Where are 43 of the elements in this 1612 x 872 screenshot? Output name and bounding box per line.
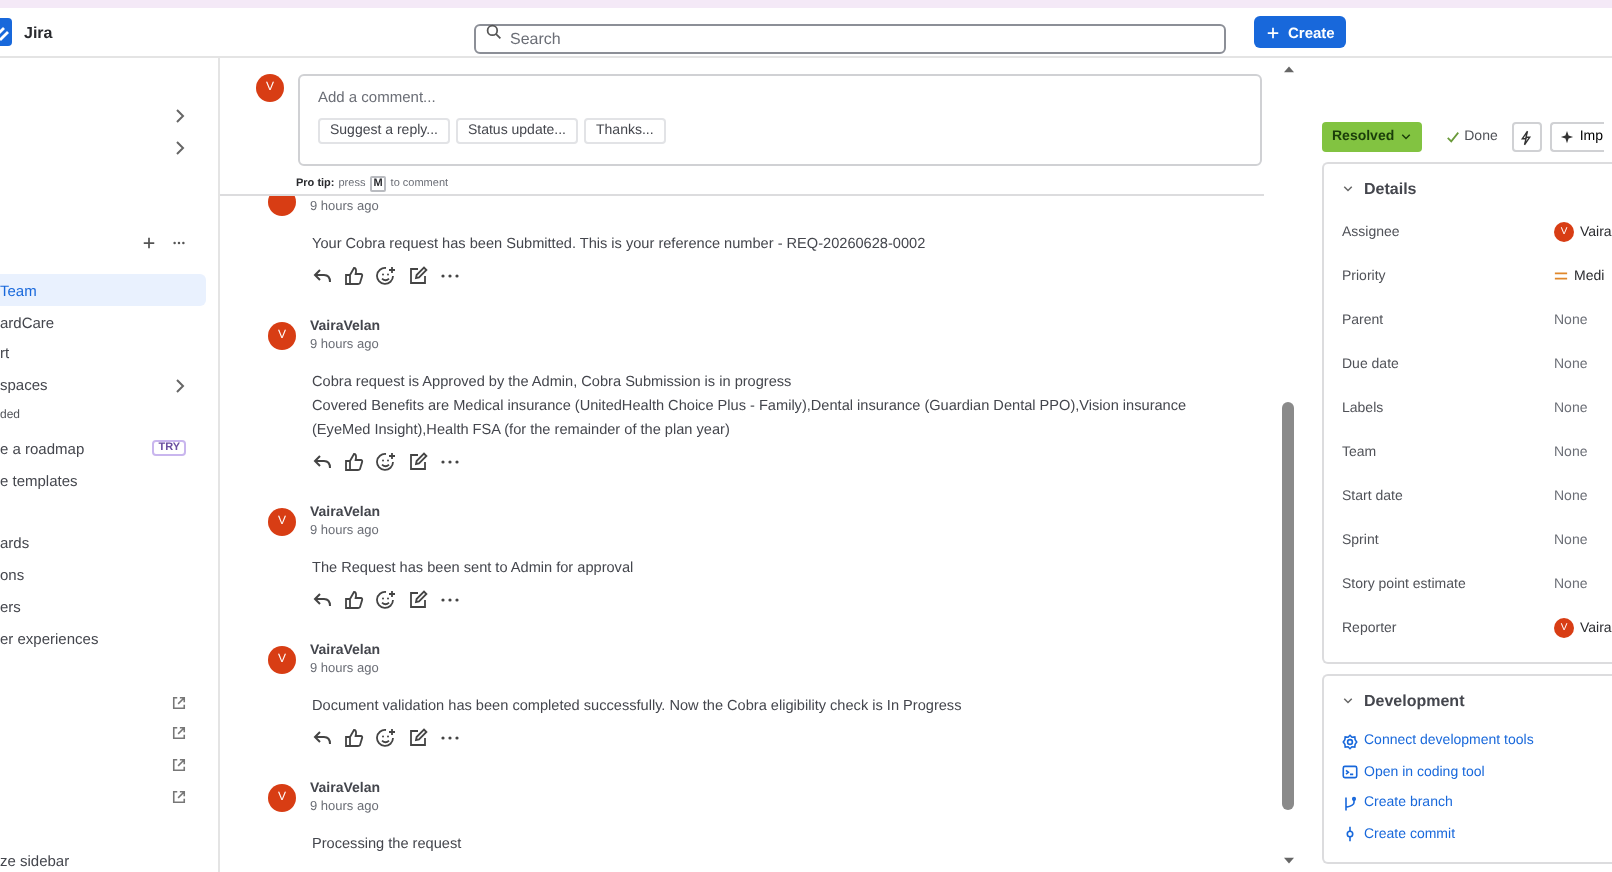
external-link-icon	[172, 789, 186, 804]
external-link-icon	[172, 758, 186, 773]
gear-icon	[1342, 733, 1358, 750]
add-reaction-icon[interactable]	[376, 266, 396, 286]
automation-button[interactable]	[1511, 122, 1542, 152]
add-icon[interactable]	[142, 235, 156, 250]
external-link-icon	[172, 726, 186, 741]
priority-medium-icon	[1554, 270, 1568, 282]
lightning-icon	[1520, 129, 1533, 145]
branch-icon	[1342, 795, 1358, 812]
edit-icon[interactable]	[408, 728, 428, 748]
check-icon	[1446, 130, 1461, 144]
thumbs-up-icon[interactable]	[344, 266, 364, 286]
development-header[interactable]: Development	[1342, 686, 1612, 714]
edit-icon[interactable]	[408, 266, 428, 286]
chevron-right-icon	[174, 377, 186, 394]
add-reaction-icon[interactable]	[376, 590, 396, 610]
caret-icon	[1400, 132, 1413, 142]
chevron-icon	[1342, 183, 1354, 193]
thumbs-up-icon[interactable]	[344, 728, 364, 748]
reply-icon[interactable]	[312, 266, 332, 286]
sparkle-icon	[1559, 130, 1574, 144]
terminal-icon	[1342, 764, 1358, 781]
thumbs-up-icon[interactable]	[344, 452, 364, 472]
reply-icon[interactable]	[312, 590, 332, 610]
external-link-icon	[172, 695, 186, 710]
edit-icon[interactable]	[408, 590, 428, 610]
plus-icon	[1266, 25, 1280, 39]
reply-icon[interactable]	[312, 728, 332, 748]
search-field[interactable]: Search	[474, 23, 1226, 53]
scroll-down-arrow-icon[interactable]	[1281, 856, 1295, 866]
edit-icon[interactable]	[408, 452, 428, 472]
commit-icon	[1342, 826, 1358, 843]
details-header[interactable]: Details	[1342, 174, 1612, 202]
reply-icon[interactable]	[312, 452, 332, 472]
scroll-up-arrow-icon[interactable]	[1281, 64, 1295, 74]
user-avatar	[268, 196, 296, 216]
add-reaction-icon[interactable]	[376, 452, 396, 472]
search-icon	[486, 24, 502, 40]
thumbs-up-icon[interactable]	[344, 590, 364, 610]
app-name[interactable]: Jira	[24, 23, 53, 41]
chevron-icon	[1342, 695, 1354, 705]
add-reaction-icon[interactable]	[376, 728, 396, 748]
